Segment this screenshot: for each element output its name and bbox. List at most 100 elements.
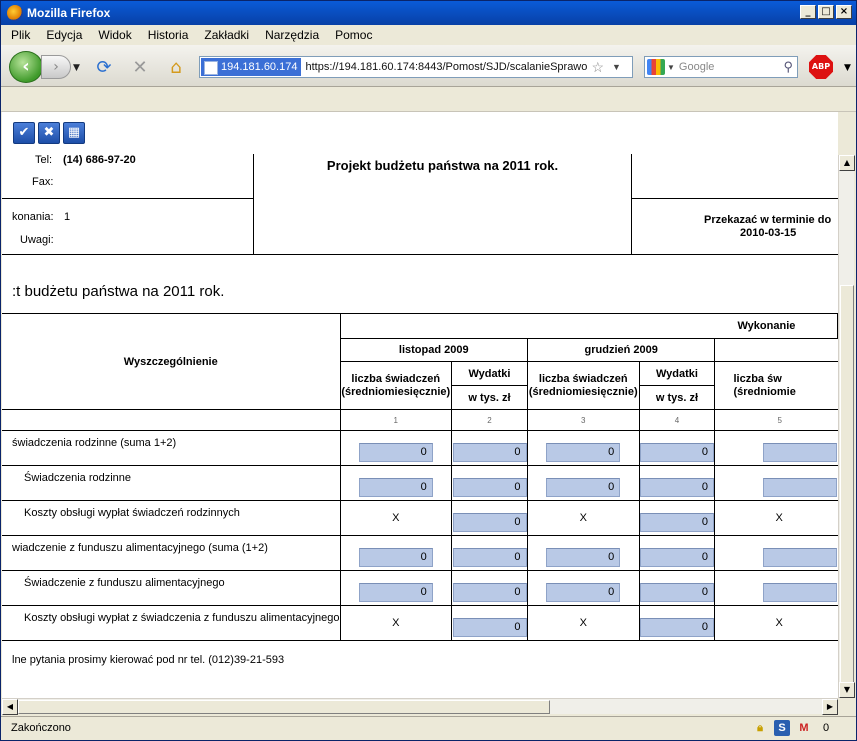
bookmarks-toolbar — [1, 88, 856, 112]
site-identity[interactable]: 194.181.60.174 — [201, 58, 302, 76]
adblock-dropdown-icon[interactable]: ▼ — [844, 63, 851, 73]
scroll-up-icon[interactable]: ▲ — [839, 155, 855, 171]
skype-icon[interactable]: S — [774, 720, 790, 736]
scroll-left-icon[interactable]: ◀ — [2, 699, 18, 715]
value-input[interactable]: 0 — [546, 442, 621, 462]
na-cell: X — [714, 500, 838, 536]
value-input[interactable]: 0 — [452, 582, 527, 602]
menu-narzedzia[interactable]: Narzędzia — [265, 28, 319, 42]
confirm-check-icon[interactable]: ✔ — [13, 122, 35, 144]
na-cell: X — [339, 500, 453, 536]
value-input[interactable] — [763, 477, 838, 497]
value-input[interactable]: 0 — [639, 477, 714, 497]
value-input[interactable]: 0 — [452, 477, 527, 497]
table-row: wiadczenie z funduszu alimentacyjnego (s… — [2, 535, 838, 571]
value-input[interactable]: 0 — [639, 512, 714, 532]
menu-historia[interactable]: Historia — [148, 28, 189, 42]
mail-icon[interactable]: M — [796, 720, 812, 736]
status-text: Zakończono — [11, 722, 71, 734]
window-title: Mozilla Firefox — [27, 6, 111, 20]
title-bar: Mozilla Firefox _ □ × — [1, 1, 856, 25]
vertical-scrollbar[interactable]: ▲ ▼ — [838, 155, 855, 698]
search-box[interactable]: ▼ Google ⚲ — [644, 56, 798, 78]
lock-icon[interactable]: 🔒︎ — [752, 720, 768, 736]
calculator-icon[interactable]: ▦ — [63, 122, 85, 144]
value-input[interactable]: 0 — [546, 582, 621, 602]
row-label: świadczenia rodzinne (suma 1+2) — [2, 430, 341, 466]
reload-icon[interactable]: ⟳ — [93, 57, 115, 79]
address-bar[interactable]: 194.181.60.174 https://194.181.60.174:84… — [199, 56, 633, 78]
deadline-date: 2010-03-15 — [740, 227, 797, 239]
col-header-wyszczegolnienie: Wyszczególnienie — [2, 313, 341, 410]
value-input[interactable]: 0 — [358, 442, 433, 462]
maximize-button[interactable]: □ — [818, 5, 834, 19]
na-cell: X — [526, 500, 640, 536]
value-input[interactable]: 0 — [452, 547, 527, 567]
value-input[interactable] — [763, 442, 838, 462]
na-cell: X — [714, 605, 838, 641]
forward-button[interactable]: › — [41, 55, 71, 79]
sub-header-expenses: Wydatki — [638, 361, 716, 386]
search-engine-dropdown-icon[interactable]: ▼ — [667, 63, 675, 72]
home-icon[interactable]: ⌂ — [165, 57, 187, 79]
sub-header-count: liczba św (średniomie — [714, 361, 838, 410]
history-dropdown-icon[interactable]: ▼ — [73, 63, 80, 73]
menu-pomoc[interactable]: Pomoc — [335, 28, 372, 42]
url-text[interactable]: https://194.181.60.174:8443/Pomost/SJD/s… — [301, 61, 587, 73]
scroll-right-icon[interactable]: ▶ — [822, 699, 838, 715]
horizontal-scrollbar[interactable]: ◀ ▶ — [2, 698, 838, 715]
menu-widok[interactable]: Widok — [98, 28, 131, 42]
value-input[interactable] — [763, 582, 838, 602]
col-number: 3 — [526, 409, 640, 431]
tel-value: (14) 686-97-20 — [63, 154, 136, 166]
menu-bar: Plik Edycja Widok Historia Zakładki Narz… — [1, 25, 856, 45]
col-number: 1 — [339, 409, 453, 431]
menu-plik[interactable]: Plik — [11, 28, 30, 42]
close-window-button[interactable]: × — [836, 5, 852, 19]
value-input[interactable]: 0 — [452, 512, 527, 532]
value-input[interactable]: 0 — [358, 477, 433, 497]
value-input[interactable]: 0 — [358, 582, 433, 602]
row-label: Koszty obsługi wypłat z świadczenia z fu… — [2, 605, 341, 641]
menu-zakladki[interactable]: Zakładki — [204, 28, 249, 42]
col-group-wykonanie: Wykonanie — [339, 313, 838, 339]
google-icon[interactable] — [647, 59, 665, 75]
horizontal-scroll-thumb[interactable] — [18, 700, 550, 714]
vertical-scroll-thumb[interactable] — [840, 285, 854, 685]
minimize-button[interactable]: _ — [800, 5, 816, 19]
uwagi-label: Uwagi: — [20, 234, 54, 246]
bookmark-star-icon[interactable]: ☆ — [591, 59, 604, 76]
value-input[interactable]: 0 — [546, 477, 621, 497]
url-dropdown-icon[interactable]: ▼ — [612, 62, 621, 72]
row-label: Koszty obsługi wypłat świadczeń rodzinny… — [2, 500, 341, 536]
cancel-x-icon[interactable]: ✖ — [38, 122, 60, 144]
tel-label: Tel: — [35, 154, 53, 166]
navigation-toolbar: ‹ › ▼ ⟳ ✕ ⌂ 194.181.60.174 https://194.1… — [1, 45, 856, 87]
scroll-down-icon[interactable]: ▼ — [839, 682, 855, 698]
adblock-icon[interactable]: ABP — [809, 55, 833, 79]
value-input[interactable]: 0 — [546, 547, 621, 567]
page-content: ✔ ✖ ▦ Tel: (14) 686-97-20 Fax: konania: … — [2, 112, 838, 698]
table-row: Świadczenie z funduszu alimentacyjnego 0… — [2, 570, 838, 606]
menu-edycja[interactable]: Edycja — [46, 28, 82, 42]
value-input[interactable]: 0 — [358, 547, 433, 567]
value-input[interactable] — [763, 547, 838, 567]
value-input[interactable]: 0 — [639, 442, 714, 462]
na-cell: X — [339, 605, 453, 641]
stop-icon[interactable]: ✕ — [129, 57, 151, 79]
value-input[interactable]: 0 — [639, 547, 714, 567]
browser-window: Mozilla Firefox _ □ × Plik Edycja Widok … — [0, 0, 857, 741]
search-placeholder[interactable]: Google — [679, 61, 714, 73]
row-label: Świadczenia rodzinne — [2, 465, 341, 501]
value-input[interactable]: 0 — [639, 582, 714, 602]
month-header — [714, 338, 838, 362]
value-input[interactable]: 0 — [452, 617, 527, 637]
table-row: Koszty obsługi wypłat świadczeń rodzinny… — [2, 500, 838, 536]
value-input[interactable]: 0 — [452, 442, 527, 462]
month-header: grudzień 2009 — [526, 338, 716, 362]
wykonania-value: 1 — [64, 211, 71, 223]
value-input[interactable]: 0 — [639, 617, 714, 637]
back-button[interactable]: ‹ — [9, 51, 43, 83]
search-icon[interactable]: ⚲ — [783, 59, 793, 75]
sub-header-expenses: Wydatki — [451, 361, 528, 386]
